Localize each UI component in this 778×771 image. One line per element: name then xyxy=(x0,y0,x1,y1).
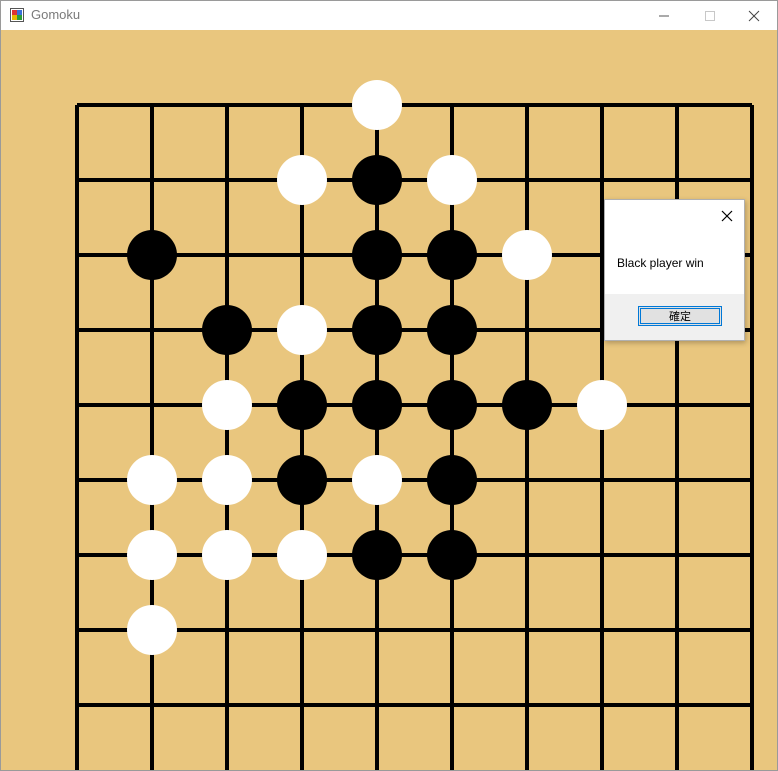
black-stone xyxy=(427,380,477,430)
black-stone xyxy=(277,380,327,430)
black-stone xyxy=(352,530,402,580)
black-stone xyxy=(427,305,477,355)
minimize-icon xyxy=(659,15,669,16)
black-stone xyxy=(352,155,402,205)
white-stone xyxy=(577,380,627,430)
white-stone xyxy=(202,380,252,430)
black-stone xyxy=(427,530,477,580)
dialog-footer: 確定 xyxy=(605,294,744,340)
app-icon xyxy=(10,8,24,22)
white-stone xyxy=(277,305,327,355)
black-stone xyxy=(277,455,327,505)
black-stone xyxy=(427,455,477,505)
maximize-icon xyxy=(705,10,715,21)
white-stone xyxy=(502,230,552,280)
white-stone xyxy=(352,80,402,130)
white-stone xyxy=(277,530,327,580)
black-stone xyxy=(502,380,552,430)
black-stone xyxy=(352,305,402,355)
black-stone xyxy=(427,230,477,280)
gomoku-board[interactable] xyxy=(1,30,777,770)
close-icon xyxy=(748,10,760,21)
maximize-button[interactable] xyxy=(687,1,733,30)
white-stone xyxy=(127,455,177,505)
black-stone xyxy=(352,230,402,280)
message-dialog: Black player win 確定 xyxy=(604,199,745,341)
white-stone xyxy=(127,530,177,580)
black-stone xyxy=(127,230,177,280)
title-bar[interactable]: Gomoku xyxy=(1,1,777,30)
game-board-area[interactable] xyxy=(1,30,777,770)
white-stone xyxy=(127,605,177,655)
close-button[interactable] xyxy=(731,1,777,30)
white-stone xyxy=(202,530,252,580)
minimize-button[interactable] xyxy=(641,1,687,30)
close-icon xyxy=(721,210,733,222)
white-stone xyxy=(352,455,402,505)
dialog-message: Black player win xyxy=(617,256,704,270)
white-stone xyxy=(202,455,252,505)
app-window: Gomoku Black player win 確定 xyxy=(0,0,778,771)
black-stone xyxy=(202,305,252,355)
ok-button[interactable]: 確定 xyxy=(638,306,722,326)
white-stone xyxy=(277,155,327,205)
dialog-close-button[interactable] xyxy=(717,206,737,226)
black-stone xyxy=(352,380,402,430)
white-stone xyxy=(427,155,477,205)
window-title: Gomoku xyxy=(31,7,81,22)
